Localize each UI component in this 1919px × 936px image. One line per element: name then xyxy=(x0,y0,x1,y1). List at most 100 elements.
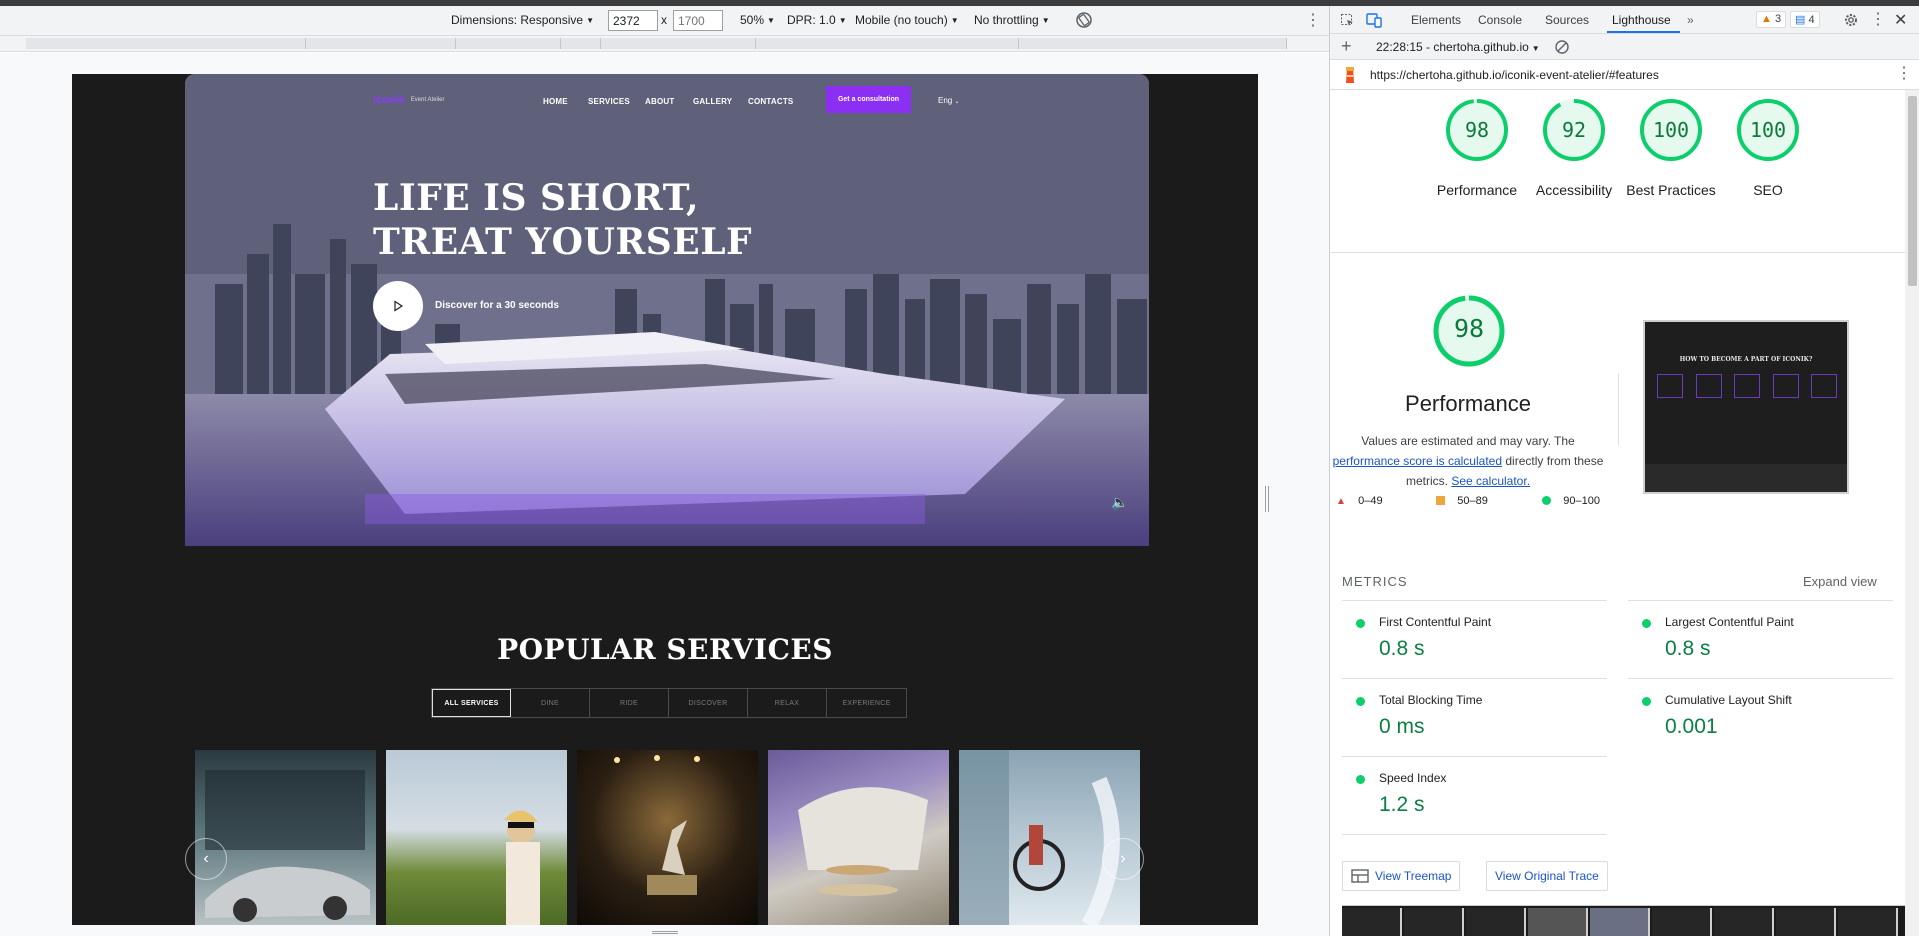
view-trace-label: View Original Trace xyxy=(1495,869,1599,883)
consultation-button[interactable]: Get a consultation xyxy=(826,86,911,113)
tab-lighthouse[interactable]: Lighthouse xyxy=(1612,13,1671,27)
scrollbar-thumb[interactable] xyxy=(1908,96,1917,286)
legend-average: 50–89 xyxy=(1436,495,1488,507)
gauge-score: 100 xyxy=(1749,118,1787,142)
performance-heading: Performance xyxy=(1405,391,1531,416)
messages-badge[interactable]: ▤ 4 xyxy=(1790,11,1820,28)
height-input[interactable] xyxy=(673,10,723,31)
logo-subtitle: Event Atelier xyxy=(410,97,445,103)
more-tabs-icon[interactable]: » xyxy=(1687,13,1694,27)
new-report-plus-icon[interactable]: + xyxy=(1341,36,1352,57)
nav-contacts[interactable]: CONTACTS xyxy=(748,97,793,106)
report-menu-icon[interactable]: ⋮ xyxy=(1896,66,1912,82)
screenshot-title: HOW TO BECOME A PART OF ICONIK? xyxy=(1679,356,1813,363)
device-type-dropdown[interactable]: Mobile (no touch) ▼ xyxy=(855,13,959,27)
services-title: POPULAR SERVICES xyxy=(497,633,833,666)
report-url-bar: https://chertoha.github.io/iconik-event-… xyxy=(1330,60,1919,90)
report-time-label: 22:28:15 - chertoha.github.io xyxy=(1376,40,1529,54)
more-options-icon[interactable]: ⋮ xyxy=(1305,13,1321,29)
play-video-button[interactable] xyxy=(373,281,423,331)
gauge-label: Performance xyxy=(1436,182,1518,198)
media-query-bar[interactable] xyxy=(0,36,1329,52)
devtools-menu-icon[interactable]: ⋮ xyxy=(1870,12,1886,28)
pass-circle-icon xyxy=(1356,697,1365,706)
service-card-flyboard[interactable] xyxy=(959,750,1140,925)
chevron-right-icon: › xyxy=(1120,850,1126,867)
view-treemap-button[interactable]: View Treemap xyxy=(1342,861,1461,891)
gauge-score: 100 xyxy=(1652,118,1690,142)
language-selector[interactable]: Eng ⌄ xyxy=(938,96,960,105)
clear-report-icon[interactable] xyxy=(1554,39,1570,55)
report-url[interactable]: https://chertoha.github.io/iconik-event-… xyxy=(1370,68,1659,82)
services-carousel xyxy=(195,750,1140,925)
viewport-bottom-resize-handle[interactable] xyxy=(652,931,678,934)
treemap-icon xyxy=(1351,869,1369,883)
viewport-resize-handle[interactable] xyxy=(1265,486,1269,512)
see-calculator-link[interactable]: See calculator. xyxy=(1451,474,1530,488)
device-toolbar-toggle-icon[interactable] xyxy=(1366,12,1382,28)
nav-about[interactable]: ABOUT xyxy=(645,97,674,106)
view-trace-button[interactable]: View Original Trace xyxy=(1486,861,1608,891)
nav-home[interactable]: HOME xyxy=(543,97,568,106)
tab-ride[interactable]: RIDE xyxy=(590,689,669,717)
legend-fail-label: 0–49 xyxy=(1358,495,1383,507)
performance-score-large: 98 xyxy=(1453,314,1485,343)
metric-name: Speed Index xyxy=(1379,771,1447,785)
chevron-down-icon: ⌄ xyxy=(954,99,960,105)
zoom-dropdown[interactable]: 50% ▼ xyxy=(740,13,775,27)
close-devtools-icon[interactable]: ✕ xyxy=(1894,10,1907,30)
dimensions-dropdown[interactable]: Dimensions: Responsive ▼ xyxy=(451,13,594,27)
carousel-next-button[interactable]: › xyxy=(1102,838,1144,880)
dpr-dropdown[interactable]: DPR: 1.0 ▼ xyxy=(787,13,847,27)
throttling-dropdown[interactable]: No throttling ▼ xyxy=(974,13,1050,27)
performance-description: Values are estimated and may vary. The p… xyxy=(1330,431,1606,491)
tab-experience[interactable]: EXPERIENCE xyxy=(827,689,906,717)
report-selector[interactable]: 22:28:15 - chertoha.github.io ▼ xyxy=(1376,40,1540,54)
settings-gear-icon[interactable] xyxy=(1843,12,1859,28)
service-card-relax[interactable] xyxy=(768,750,949,925)
inspect-element-icon[interactable] xyxy=(1340,13,1355,28)
yacht-skyline-image xyxy=(185,74,1149,546)
tab-all-services[interactable]: ALL SERVICES xyxy=(432,689,511,717)
chevron-left-icon: ‹ xyxy=(203,850,209,867)
pass-circle-icon xyxy=(1356,619,1365,628)
chevron-down-icon: ▼ xyxy=(950,16,959,25)
service-card-car[interactable] xyxy=(195,750,376,925)
service-card-city[interactable] xyxy=(386,750,567,925)
tab-elements[interactable]: Elements xyxy=(1411,13,1461,27)
report-scrollbar[interactable] xyxy=(1905,90,1919,936)
logo-text: Iconik xyxy=(373,94,405,106)
nav-gallery[interactable]: GALLERY xyxy=(693,97,732,106)
headline-line-1: LIFE IS SHORT, xyxy=(373,177,700,219)
metric-value: 0.8 s xyxy=(1665,637,1711,660)
carousel-prev-button[interactable]: ‹ xyxy=(185,838,227,880)
gauge-label: SEO xyxy=(1753,182,1783,198)
tab-discover[interactable]: DISCOVER xyxy=(669,689,748,717)
sound-icon[interactable]: 🔈 xyxy=(1111,494,1128,511)
tab-console[interactable]: Console xyxy=(1478,13,1522,27)
score-calculated-link[interactable]: performance score is calculated xyxy=(1333,454,1502,468)
service-card-rolls-royce[interactable] xyxy=(577,750,758,925)
play-icon xyxy=(394,300,404,312)
tab-relax[interactable]: RELAX xyxy=(748,689,827,717)
legend-average-label: 50–89 xyxy=(1457,495,1488,507)
rotate-icon[interactable] xyxy=(1075,11,1093,29)
expand-view-toggle[interactable]: Expand view xyxy=(1803,574,1877,589)
section-divider xyxy=(1330,252,1905,253)
discover-text: Discover for a 30 seconds xyxy=(435,300,559,311)
tab-sources[interactable]: Sources xyxy=(1545,13,1589,27)
nav-services[interactable]: SERVICES xyxy=(588,97,630,106)
view-treemap-label: View Treemap xyxy=(1375,869,1452,883)
width-input[interactable] xyxy=(608,10,658,31)
final-screenshot[interactable]: HOW TO BECOME A PART OF ICONIK? xyxy=(1643,320,1849,494)
pass-circle-icon xyxy=(1356,775,1365,784)
gauge-label: Best Practices xyxy=(1626,182,1716,198)
site-logo[interactable]: Iconik Event Atelier xyxy=(373,94,444,106)
warnings-badge[interactable]: ▲ 3 xyxy=(1756,11,1787,28)
site-nav: Iconik Event Atelier HOME SERVICES ABOUT … xyxy=(185,74,1149,124)
tab-dine[interactable]: DINE xyxy=(511,689,590,717)
hero-headline: LIFE IS SHORT, TREAT YOURSELF xyxy=(373,176,752,264)
active-tab-indicator xyxy=(1607,31,1680,33)
chevron-down-icon: ▼ xyxy=(1041,16,1050,25)
device-toolbar: Dimensions: Responsive▼ x 50%▼ DPR: 1.0▼… xyxy=(0,6,1329,36)
